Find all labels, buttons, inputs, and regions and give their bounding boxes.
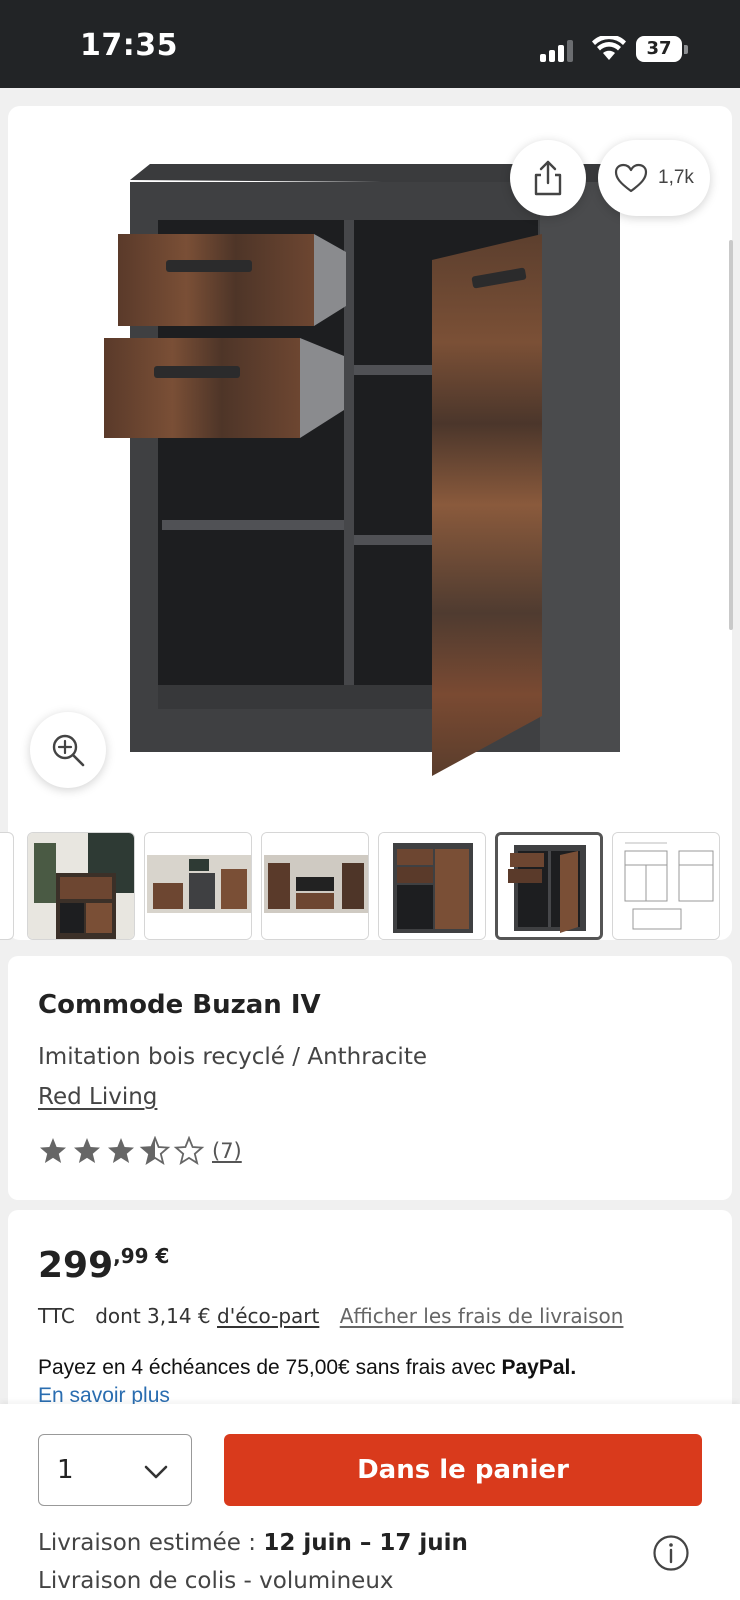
delivery-label: Livraison estimée :	[38, 1530, 257, 1556]
eco-part-link[interactable]: d'éco-part	[217, 1304, 319, 1328]
product-image[interactable]	[100, 160, 640, 800]
purchase-bar: 1 Dans le panier Livraison estimée : 12 …	[0, 1404, 740, 1600]
delivery-type: Livraison de colis - volumineux	[38, 1568, 394, 1594]
product-title: Commode Buzan IV	[38, 990, 321, 1020]
favorite-button[interactable]: 1,7k	[598, 140, 710, 216]
paypal-installments: Payez en 4 échéances de 75,00€ sans frai…	[38, 1356, 576, 1380]
heart-icon	[614, 163, 648, 193]
chevron-down-icon	[144, 1465, 168, 1479]
thumbnail[interactable]	[144, 832, 252, 940]
delivery-dates: 12 juin – 17 juin	[263, 1530, 468, 1556]
thumbnail-strip[interactable]	[0, 832, 740, 942]
cellular-signal-icon	[540, 38, 576, 62]
brand-link[interactable]: Red Living	[38, 1084, 157, 1110]
rating[interactable]: (7)	[38, 1136, 242, 1166]
thumbnail[interactable]	[612, 832, 720, 940]
ttc-label: TTC	[38, 1304, 75, 1328]
thumbnail[interactable]	[27, 832, 135, 940]
battery-level: 37	[636, 36, 682, 62]
eco-part-text: dont 3,14 €	[95, 1304, 211, 1328]
wifi-icon	[592, 36, 626, 60]
price-decimals: ,99 €	[113, 1244, 170, 1268]
share-icon	[534, 160, 562, 196]
price-integer: 299	[38, 1245, 114, 1286]
product-info-card: Commode Buzan IV Imitation bois recyclé …	[8, 956, 732, 1200]
price-card: 299,99 € TTC dont 3,14 € d'éco-part Affi…	[8, 1210, 732, 1430]
thumbnail[interactable]	[261, 832, 369, 940]
thumbnail-selected[interactable]	[495, 832, 603, 940]
battery-icon: 37	[636, 36, 688, 62]
review-count[interactable]: (7)	[212, 1139, 242, 1163]
price: 299,99 €	[38, 1244, 169, 1286]
scrollbar[interactable]	[729, 240, 733, 630]
star-rating-icon	[40, 1137, 203, 1164]
product-variant: Imitation bois recyclé / Anthracite	[38, 1044, 427, 1070]
favorite-count: 1,7k	[658, 167, 694, 188]
paypal-brand: PayPal.	[501, 1356, 577, 1379]
status-time: 17:35	[80, 28, 178, 63]
price-details: TTC dont 3,14 € d'éco-part Afficher les …	[38, 1304, 623, 1328]
share-button[interactable]	[510, 140, 586, 216]
shipping-fees-link[interactable]: Afficher les frais de livraison	[340, 1304, 624, 1328]
quantity-select[interactable]: 1	[38, 1434, 192, 1506]
status-bar: 17:35 37	[0, 0, 740, 88]
zoom-in-icon	[52, 734, 85, 767]
quantity-value: 1	[57, 1455, 74, 1485]
thumbnail[interactable]	[0, 832, 14, 940]
add-to-cart-button[interactable]: Dans le panier	[224, 1434, 702, 1506]
delivery-estimate: Livraison estimée : 12 juin – 17 juin	[38, 1530, 468, 1556]
info-icon[interactable]	[652, 1534, 690, 1572]
paypal-text: Payez en 4 échéances de 75,00€ sans frai…	[38, 1356, 496, 1379]
zoom-button[interactable]	[30, 712, 106, 788]
thumbnail[interactable]	[378, 832, 486, 940]
